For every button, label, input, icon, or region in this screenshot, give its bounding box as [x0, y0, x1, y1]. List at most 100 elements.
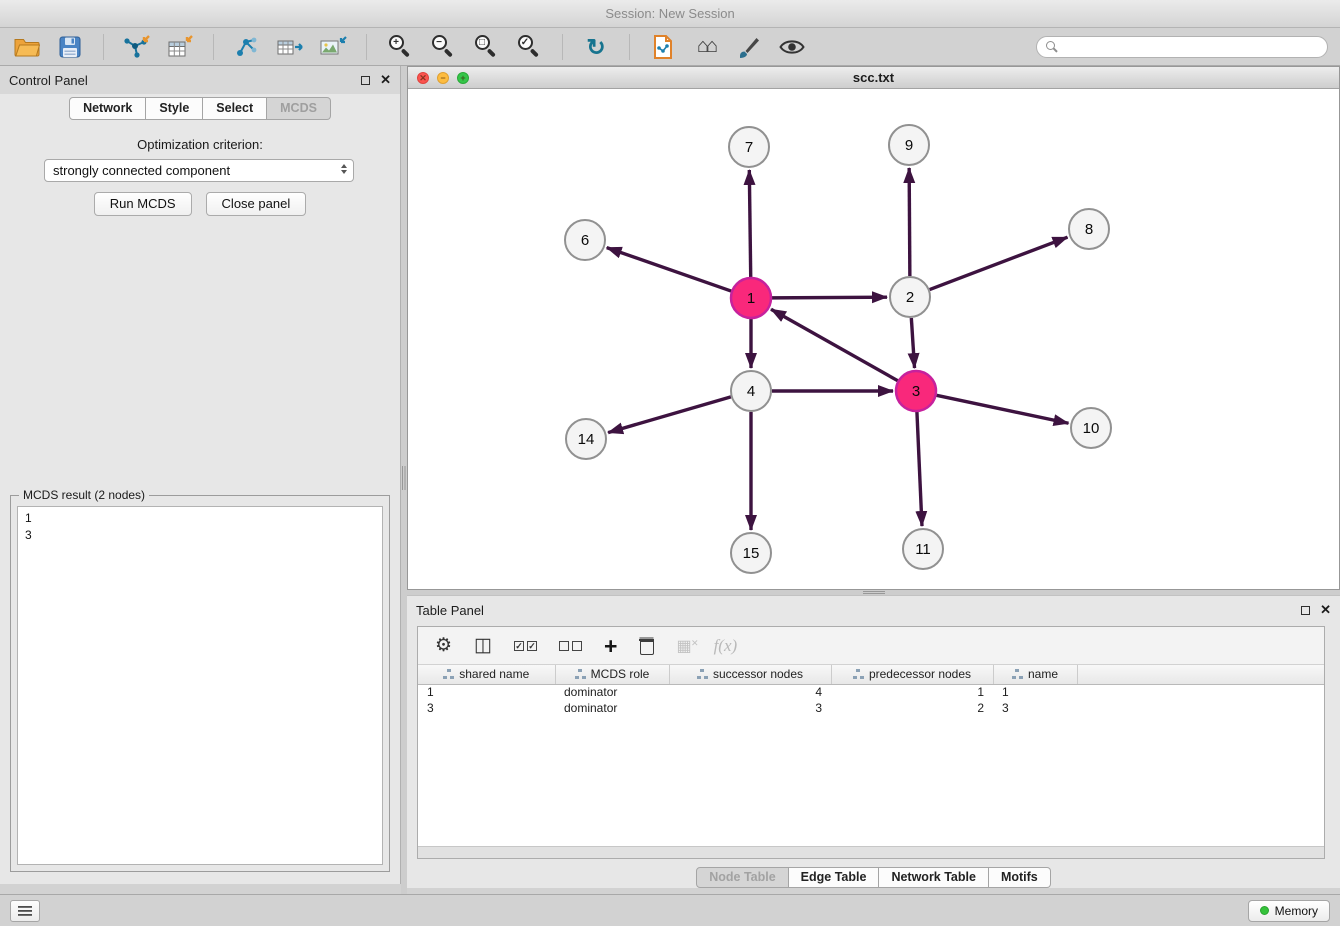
svg-text:14: 14 [578, 431, 595, 448]
table-toolbar: ⚙ ◫ ✓✓ + ▦✕ f(x) [418, 627, 1324, 665]
tab-mcds[interactable]: MCDS [267, 97, 331, 120]
close-panel-button[interactable]: Close panel [206, 192, 307, 216]
column-header-mcds-role[interactable]: MCDS role [555, 665, 669, 684]
table-cell: 3 [993, 700, 1077, 716]
table-row[interactable]: 1dominator411 [418, 684, 1324, 700]
graph-node-2[interactable]: 2 [890, 277, 930, 317]
home-views-button[interactable]: ⌂⌂ [691, 31, 721, 63]
float-panel-icon[interactable] [1301, 606, 1310, 615]
import-table-button[interactable] [165, 31, 195, 63]
import-network-button[interactable] [122, 31, 152, 63]
zoom-in-button[interactable]: + [385, 31, 415, 63]
tab-edge-table[interactable]: Edge Table [789, 867, 880, 888]
zoom-selected-button[interactable]: ✓ [514, 31, 544, 63]
show-hide-button[interactable] [777, 31, 807, 63]
table-panel: Table Panel ✕ ⚙ ◫ ✓✓ + ▦✕ f(x) [407, 595, 1340, 888]
search-input[interactable] [1064, 40, 1318, 54]
tab-network-table[interactable]: Network Table [879, 867, 989, 888]
close-window-icon[interactable]: ✕ [417, 72, 429, 84]
home-icons: ⌂⌂ [697, 35, 715, 58]
svg-text:2: 2 [906, 289, 914, 306]
mcds-result-groupbox: MCDS result (2 nodes) 1 3 [10, 495, 390, 872]
search-box[interactable] [1036, 36, 1328, 58]
graph-node-9[interactable]: 9 [889, 125, 929, 165]
graph-node-15[interactable]: 15 [731, 533, 771, 573]
graph-edge-3-10[interactable] [937, 395, 1069, 423]
run-mcds-button[interactable]: Run MCDS [94, 192, 192, 216]
graph-edge-1-6[interactable] [607, 248, 731, 291]
tab-motifs[interactable]: Motifs [989, 867, 1051, 888]
close-panel-icon[interactable]: ✕ [1320, 604, 1331, 616]
zoom-window-icon[interactable]: + [457, 72, 469, 84]
graph-edge-2-3[interactable] [911, 318, 914, 368]
table-settings-button[interactable]: ⚙ [435, 634, 452, 657]
select-all-columns-button[interactable]: ✓✓ [514, 641, 537, 651]
optimization-criterion-dropdown[interactable]: strongly connected component [44, 159, 354, 182]
horizontal-scrollbar[interactable] [418, 846, 1324, 858]
new-network-button[interactable] [232, 31, 262, 63]
graph-node-11[interactable]: 11 [903, 529, 943, 569]
column-type-icon [1012, 669, 1023, 679]
graph-edge-1-7[interactable] [749, 170, 750, 277]
close-panel-icon[interactable]: ✕ [380, 74, 391, 86]
apply-style-button[interactable] [648, 31, 678, 63]
zoom-out-button[interactable]: − [428, 31, 458, 63]
graph-edge-4-14[interactable] [608, 397, 731, 433]
graph-node-1[interactable]: 1 [731, 278, 771, 318]
memory-button[interactable]: Memory [1248, 900, 1330, 922]
plus-icon: + [604, 636, 617, 656]
graph-edge-3-1[interactable] [771, 309, 898, 380]
minimize-window-icon[interactable]: − [437, 72, 449, 84]
graph-node-3[interactable]: 3 [896, 371, 936, 411]
open-session-button[interactable] [12, 31, 42, 63]
dropdown-selected-value: strongly connected component [53, 163, 230, 178]
graph-edge-2-9[interactable] [909, 168, 910, 276]
float-panel-icon[interactable] [361, 76, 370, 85]
network-from-table-button[interactable] [275, 31, 305, 63]
save-session-button[interactable] [55, 31, 85, 63]
tab-node-table[interactable]: Node Table [696, 867, 788, 888]
graph-node-10[interactable]: 10 [1071, 408, 1111, 448]
save-disk-icon [59, 36, 81, 58]
refresh-layout-button[interactable]: ↻ [581, 31, 611, 63]
export-image-button[interactable] [318, 31, 348, 63]
task-history-button[interactable] [10, 900, 40, 922]
svg-text:11: 11 [915, 541, 931, 558]
application-window: Session: New Session + − [0, 0, 1340, 926]
tab-network[interactable]: Network [69, 97, 146, 120]
x-badge-icon: ✕ [691, 638, 699, 649]
node-table: shared nameMCDS rolesuccessor nodesprede… [418, 665, 1324, 846]
graph-edge-1-2[interactable] [772, 297, 887, 298]
graph-edge-3-11[interactable] [917, 412, 922, 526]
graph-edge-2-8[interactable] [930, 237, 1068, 289]
graph-node-8[interactable]: 8 [1069, 209, 1109, 249]
tab-style[interactable]: Style [146, 97, 203, 120]
column-header-name[interactable]: name [993, 665, 1077, 684]
zoom-fit-button[interactable]: □ [471, 31, 501, 63]
graph-node-7[interactable]: 7 [729, 127, 769, 167]
table-grid-icon: ▦ [676, 636, 691, 656]
deselect-all-columns-button[interactable] [559, 641, 582, 651]
graph-node-14[interactable]: 14 [566, 419, 606, 459]
delete-column-button[interactable] [639, 637, 654, 654]
import-network-icon [124, 35, 150, 58]
create-column-button[interactable]: + [604, 636, 617, 656]
network-graph[interactable]: 1 2 3 4 6 7 8 9 10 11 14 15 [408, 89, 1339, 590]
search-icon [1046, 41, 1058, 53]
svg-text:15: 15 [743, 545, 760, 562]
table-panel-header: Table Panel ✕ [407, 596, 1340, 624]
style-brush-button[interactable] [734, 31, 764, 63]
memory-label: Memory [1275, 904, 1318, 918]
show-columns-button[interactable]: ◫ [474, 634, 492, 657]
table-panel-tabbar: Node TableEdge TableNetwork TableMotifs [407, 867, 1340, 888]
graph-node-6[interactable]: 6 [565, 220, 605, 260]
column-header-successor-nodes[interactable]: successor nodes [669, 665, 831, 684]
graph-node-4[interactable]: 4 [731, 371, 771, 411]
column-header-shared-name[interactable]: shared name [418, 665, 555, 684]
fx-icon: f(x) [714, 636, 738, 656]
table-row[interactable]: 3dominator323 [418, 700, 1324, 716]
network-canvas[interactable]: 1 2 3 4 6 7 8 9 10 11 14 15 [408, 89, 1339, 589]
tab-select[interactable]: Select [203, 97, 267, 120]
column-header-predecessor-nodes[interactable]: predecessor nodes [831, 665, 993, 684]
control-panel-title: Control Panel [9, 73, 88, 88]
